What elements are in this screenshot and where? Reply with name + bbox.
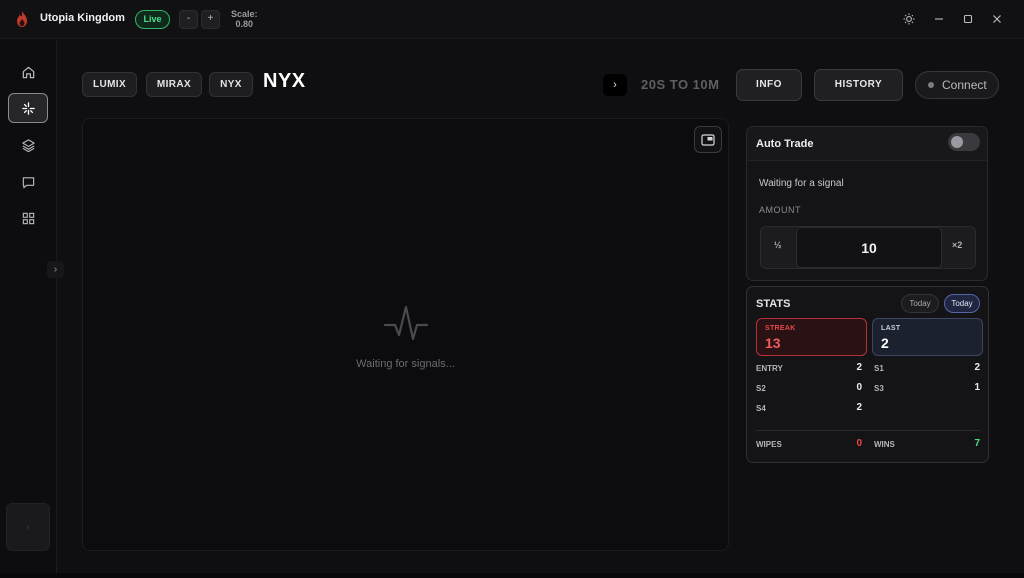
last-label: LAST [881,325,901,332]
stats-divider [756,430,980,431]
connect-button[interactable]: Connect [915,71,999,99]
s1-label: S1 [874,364,884,373]
home-icon [22,66,34,78]
sparkle-icon [21,101,35,115]
auto-trade-title: Auto Trade [756,138,814,150]
app-title: Utopia Kingdom [40,12,125,24]
maximize-icon[interactable] [959,10,977,28]
stats-title: STATS [756,298,791,310]
wipes-value: 0 [856,438,862,449]
flame-logo-icon [17,11,27,27]
sun-icon[interactable] [900,10,918,28]
amount-input[interactable]: 10 [796,227,942,268]
sidebar-expand-button[interactable]: › [47,261,64,278]
double-amount-button[interactable]: ×2 [952,240,962,250]
scale-value: 0.80 [235,19,254,29]
auto-trade-status: Waiting for a signal [759,178,844,189]
sidebar-item-apps[interactable] [8,203,48,233]
sidebar-bottom-slot[interactable]: › [6,503,50,551]
sidebar-item-chat[interactable] [8,167,48,197]
s3-label: S3 [874,384,884,393]
scale-label: Scale: [231,9,258,19]
s2-value: 0 [856,382,862,393]
s4-label: S4 [756,404,766,413]
streak-value: 13 [765,335,781,351]
last-value: 2 [881,335,889,351]
scale-increase-button[interactable]: + [201,10,220,29]
timeframe-label: 20S TO 10M [641,77,720,92]
live-status-badge: Live [135,10,170,29]
minimize-icon[interactable] [930,10,948,28]
halve-amount-button[interactable]: ½ [774,240,782,250]
grid-icon [22,212,34,224]
toggle-knob [951,136,963,148]
scale-decrease-button[interactable]: - [179,10,198,29]
layers-icon [21,138,35,152]
asset-chip-lumix[interactable]: LUMIX [82,72,137,97]
stats-filter-today-2[interactable]: Today [944,294,980,313]
picture-in-picture-button[interactable] [694,126,722,153]
stats-filter-today-1[interactable]: Today [901,294,939,313]
s3-value: 1 [974,382,980,393]
streak-card: STREAK 13 [756,318,867,356]
wins-label: WINS [874,440,895,449]
sidebar-item-layers[interactable] [8,130,48,160]
close-icon[interactable] [988,10,1006,28]
next-timeframe-button[interactable]: › [603,74,627,96]
connect-label: Connect [942,78,987,92]
stats-panel: STATS Today Today STREAK 13 LAST 2 ENTRY… [746,286,989,463]
wins-value: 7 [974,438,980,449]
s4-value: 2 [856,402,862,413]
auto-trade-header: Auto Trade [747,127,987,161]
info-button[interactable]: INFO [736,69,802,101]
sidebar-item-signals[interactable] [8,93,48,123]
entry-value: 2 [856,362,862,373]
picture-in-picture-icon [701,133,715,146]
amount-stepper: ½ 10 ×2 [760,226,976,269]
asset-chip-mirax[interactable]: MIRAX [146,72,202,97]
sidebar: › [0,40,57,578]
s1-value: 2 [974,362,980,373]
streak-label: STREAK [765,325,796,332]
auto-trade-panel: Auto Trade Waiting for a signal AMOUNT ½… [746,126,988,281]
bottom-strip [0,573,1024,578]
title-bar: Utopia Kingdom Live - + Scale: 0.80 [0,0,1024,39]
asset-chip-nyx[interactable]: NYX [209,72,253,97]
amount-label: AMOUNT [759,205,801,215]
current-asset-title: NYX [263,70,306,92]
activity-pulse-icon [383,305,429,341]
sidebar-item-home[interactable] [8,57,48,87]
wipes-label: WIPES [756,440,782,449]
connection-status-dot [928,82,934,88]
auto-trade-toggle[interactable] [948,133,980,151]
entry-label: ENTRY [756,364,783,373]
last-card: LAST 2 [872,318,983,356]
chat-icon [22,176,34,188]
s2-label: S2 [756,384,766,393]
history-button[interactable]: HISTORY [814,69,903,101]
scale-readout: Scale: 0.80 [231,9,258,29]
waiting-signals-text: Waiting for signals... [356,358,455,370]
collapsed-panel-icon: › [26,522,30,533]
signal-chart-panel: Waiting for signals... [82,118,729,551]
